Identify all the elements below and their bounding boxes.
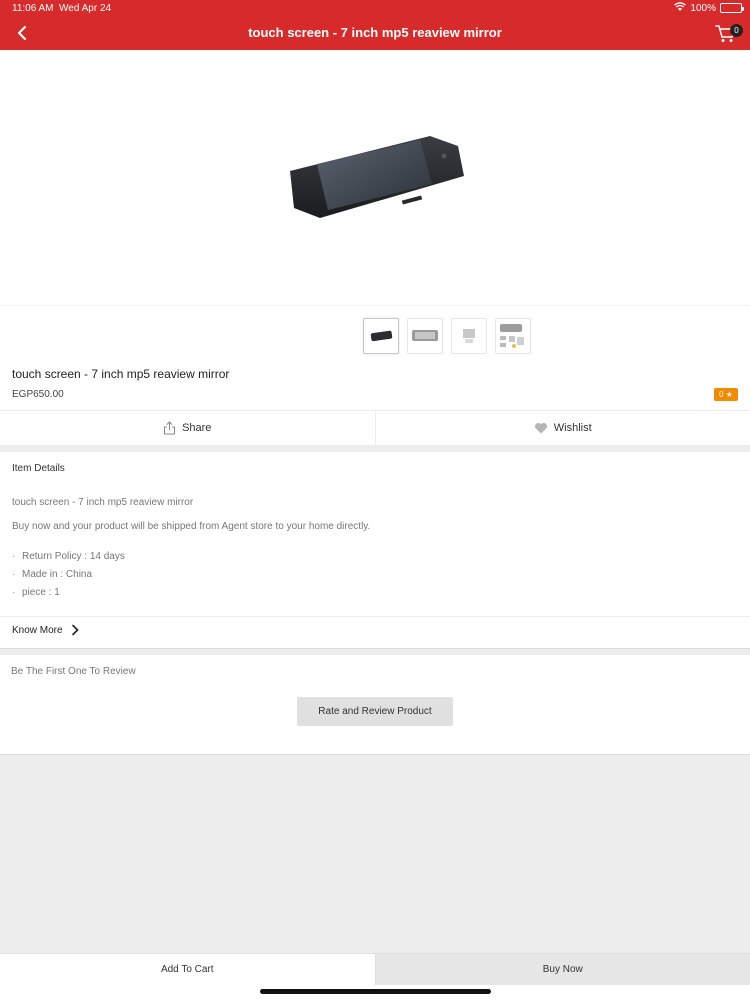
thumbnail-2[interactable] xyxy=(407,318,443,354)
attribute-value: China xyxy=(65,569,93,580)
status-time: 11:06 AM xyxy=(12,3,54,14)
cart-button[interactable]: 0 xyxy=(714,21,743,45)
details-description: Buy now and your product will be shipped… xyxy=(12,521,371,532)
know-more-label: Know More xyxy=(12,624,63,636)
divider xyxy=(0,616,750,617)
wishlist-label: Wishlist xyxy=(553,422,592,434)
attribute-label: Return Policy xyxy=(22,551,82,562)
details-subtitle: touch screen - 7 inch mp5 reaview mirror xyxy=(12,497,194,508)
status-bar: 11:06 AM Wed Apr 24 100% xyxy=(0,0,750,16)
action-bar: Share Wishlist xyxy=(0,410,750,446)
product-photo xyxy=(290,136,464,218)
thumbnail-strip: touch screen - 7 inch mp5 reaview mirror… xyxy=(0,305,750,410)
attribute-piece: · piece : 1 xyxy=(12,587,60,598)
share-icon xyxy=(164,421,176,435)
attribute-value: 14 days xyxy=(89,551,125,562)
review-section: Be The First One To Review Rate and Revi… xyxy=(0,655,750,755)
home-indicator[interactable] xyxy=(260,989,491,994)
wifi-icon xyxy=(674,2,687,14)
status-indicators: 100% xyxy=(674,2,744,14)
product-image[interactable] xyxy=(0,50,750,305)
know-more-link[interactable]: Know More xyxy=(12,624,79,636)
attribute-label: Made in xyxy=(22,569,58,580)
share-label: Share xyxy=(182,422,212,434)
cart-count-badge: 0 xyxy=(730,24,743,37)
buy-now-button[interactable]: Buy Now xyxy=(374,954,750,985)
thumbnail-1[interactable] xyxy=(363,318,399,354)
thumbnail-3[interactable] xyxy=(451,318,487,354)
wishlist-button[interactable]: Wishlist xyxy=(374,411,750,445)
thumbnail-4[interactable] xyxy=(495,318,531,354)
attribute-made-in: · Made in : China xyxy=(12,569,93,580)
item-details-section: Item Details touch screen - 7 inch mp5 r… xyxy=(0,452,750,649)
battery-icon xyxy=(720,3,744,13)
review-prompt: Be The First One To Review xyxy=(11,666,136,677)
page-title: touch screen - 7 inch mp5 reaview mirror xyxy=(248,25,502,40)
product-title: touch screen - 7 inch mp5 reaview mirror xyxy=(12,367,230,381)
battery-percent: 100% xyxy=(690,2,716,14)
item-details-heading: Item Details xyxy=(12,463,65,474)
attribute-return-policy: · Return Policy : 14 days xyxy=(12,551,125,562)
add-to-cart-button[interactable]: Add To Cart xyxy=(0,954,375,985)
nav-bar: touch screen - 7 inch mp5 reaview mirror… xyxy=(0,16,750,50)
bottom-action-bar: Add To Cart Buy Now xyxy=(0,953,750,985)
rating-badge: 0 ★ xyxy=(714,388,738,401)
rate-review-button[interactable]: Rate and Review Product xyxy=(297,697,453,726)
attribute-label: piece xyxy=(22,587,46,598)
product-price: EGP650.00 xyxy=(12,389,64,400)
status-date: Wed Apr 24 xyxy=(59,3,112,14)
heart-icon xyxy=(534,423,547,434)
chevron-right-icon xyxy=(71,624,79,636)
share-button[interactable]: Share xyxy=(0,411,375,445)
attribute-value: 1 xyxy=(54,587,60,598)
